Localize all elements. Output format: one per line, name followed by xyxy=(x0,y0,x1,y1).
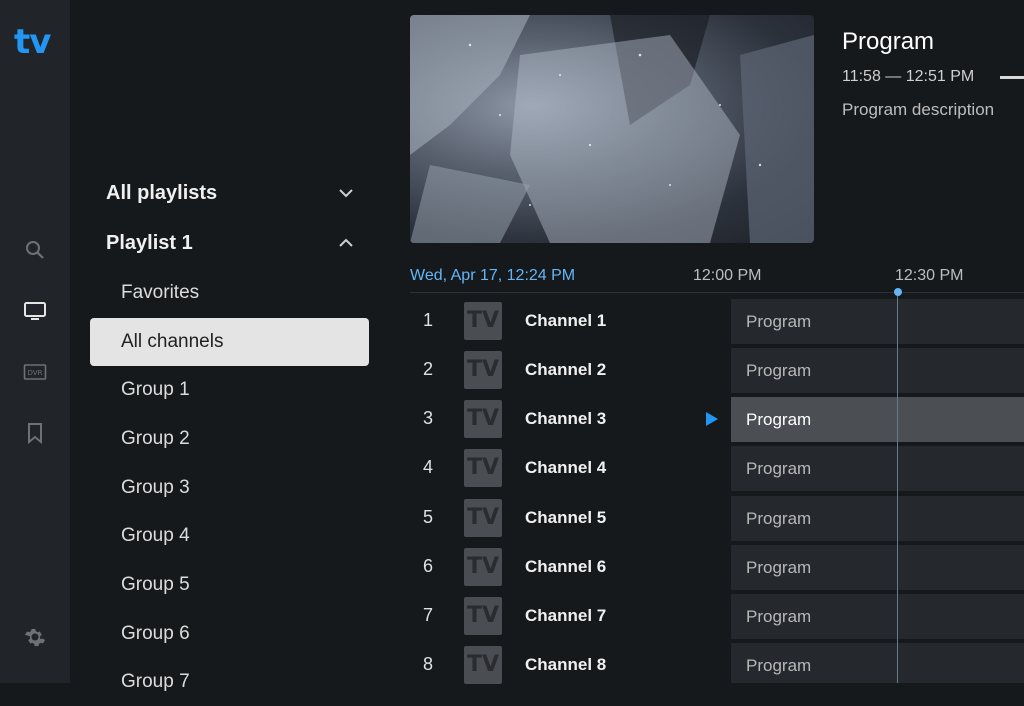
group-item-group-5[interactable]: Group 5 xyxy=(90,561,369,609)
svg-text:DVR: DVR xyxy=(28,369,43,377)
channel-logo: TV xyxy=(464,351,502,389)
channel-name: Channel 1 xyxy=(525,311,607,330)
video-frame xyxy=(410,15,814,243)
channel-logo: TV xyxy=(464,499,502,537)
channel-number: 8 xyxy=(422,654,433,674)
playlist-label: Playlist 1 xyxy=(106,232,193,254)
channel-name: Channel 2 xyxy=(525,360,607,379)
channel-name: Channel 6 xyxy=(525,557,607,576)
chevron-down-icon xyxy=(339,189,353,198)
channel-logo: TV xyxy=(464,449,502,487)
program-cell[interactable]: Program xyxy=(731,545,1024,590)
all-playlists-label: All playlists xyxy=(106,182,218,204)
group-item-group-3[interactable]: Group 3 xyxy=(90,464,369,512)
play-indicator-icon xyxy=(706,412,718,426)
group-item-group-1[interactable]: Group 1 xyxy=(90,366,369,414)
search-icon[interactable] xyxy=(23,238,47,262)
program-description: Program description xyxy=(842,100,995,119)
current-datetime: Wed, Apr 17, 12:24 PM xyxy=(410,267,576,284)
channel-row[interactable]: 7 TV Channel 7 Program xyxy=(410,592,1024,641)
program-progress-bar xyxy=(1000,76,1024,79)
program-cell[interactable]: Program xyxy=(731,594,1024,639)
channel-row[interactable]: 3 TV Channel 3 Program xyxy=(410,395,1024,444)
program-cell[interactable]: Program xyxy=(731,446,1024,491)
channel-number: 1 xyxy=(422,310,433,330)
program-cell[interactable]: Program xyxy=(731,348,1024,393)
playlist-toggle[interactable]: Playlist 1 xyxy=(106,225,356,261)
program-time: 11:58 — 12:51 PM xyxy=(842,68,975,85)
group-item-favorites[interactable]: Favorites xyxy=(90,269,369,317)
program-cell[interactable]: Program xyxy=(731,397,1024,442)
channel-row[interactable]: 8 TV Channel 8 Program xyxy=(410,641,1024,684)
channel-number: 2 xyxy=(422,359,433,379)
timeline-divider xyxy=(410,292,1024,293)
channel-number: 3 xyxy=(422,408,433,428)
now-indicator-dot xyxy=(894,288,902,296)
group-item-group-4[interactable]: Group 4 xyxy=(90,512,369,560)
playlist-panel: All playlists Playlist 1 Favorites All c… xyxy=(90,0,380,692)
timeline-time-label: 12:00 PM xyxy=(693,267,762,284)
channel-row[interactable]: 2 TV Channel 2 Program xyxy=(410,346,1024,395)
group-item-group-6[interactable]: Group 6 xyxy=(90,610,369,658)
program-title: Program xyxy=(842,28,935,55)
nav-rail: tv DVR xyxy=(0,0,70,683)
channel-row[interactable]: 5 TV Channel 5 Program xyxy=(410,494,1024,543)
program-cell[interactable]: Program xyxy=(731,496,1024,541)
channel-number: 4 xyxy=(422,457,433,477)
channel-row[interactable]: 4 TV Channel 4 Program xyxy=(410,444,1024,493)
channel-logo: TV xyxy=(464,302,502,340)
program-cell[interactable]: Program xyxy=(731,299,1024,344)
channel-name: Channel 4 xyxy=(525,458,607,477)
all-playlists-toggle[interactable]: All playlists xyxy=(106,175,356,211)
channel-name: Channel 5 xyxy=(525,508,607,527)
channel-logo: TV xyxy=(464,400,502,438)
bookmark-icon[interactable] xyxy=(23,421,47,445)
now-indicator-line xyxy=(897,296,898,683)
channel-number: 6 xyxy=(422,556,433,576)
channel-name: Channel 7 xyxy=(525,606,607,625)
program-cell[interactable]: Program xyxy=(731,643,1024,683)
channel-number: 7 xyxy=(422,605,433,625)
channel-name: Channel 3 xyxy=(525,409,607,428)
tv-icon[interactable] xyxy=(23,299,47,323)
chevron-up-icon xyxy=(339,238,353,247)
channel-logo: TV xyxy=(464,597,502,635)
channel-row[interactable]: 6 TV Channel 6 Program xyxy=(410,543,1024,592)
channel-row[interactable]: 1 TV Channel 1 Program xyxy=(410,297,1024,346)
gear-icon[interactable] xyxy=(23,625,47,649)
group-item-group-2[interactable]: Group 2 xyxy=(90,415,369,463)
channel-logo: TV xyxy=(464,548,502,586)
channel-number: 5 xyxy=(422,507,433,527)
group-item-all-channels[interactable]: All channels xyxy=(90,318,369,366)
video-preview[interactable] xyxy=(410,15,814,243)
channel-logo: TV xyxy=(464,646,502,684)
channel-name: Channel 8 xyxy=(525,655,607,674)
app-logo: tv xyxy=(14,22,51,62)
group-item-group-7[interactable]: Group 7 xyxy=(90,658,369,706)
dvr-icon[interactable]: DVR xyxy=(23,360,47,384)
timeline-time-label: 12:30 PM xyxy=(895,267,964,284)
